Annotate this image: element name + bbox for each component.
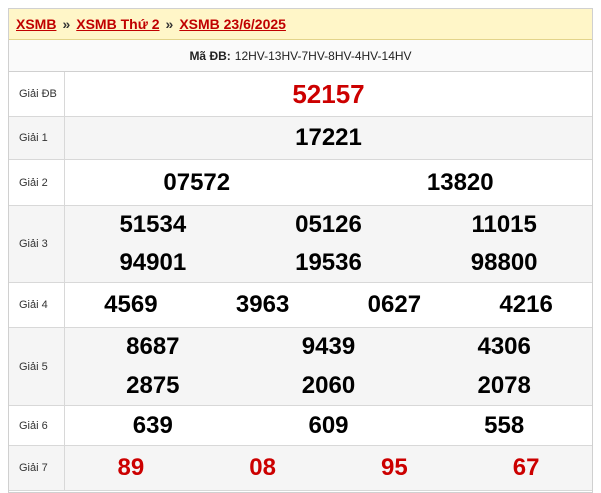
prize-number: 558 — [484, 411, 525, 439]
prize-label: Giải 7 — [9, 446, 65, 490]
prize-row-2: Giải 2 07572 13820 — [9, 160, 592, 206]
prize-number: 05126 — [295, 211, 362, 238]
breadcrumb-link-weekday[interactable]: XSMB Thứ 2 — [76, 16, 159, 32]
prize-label: Giải ĐB — [9, 72, 65, 116]
prize-number: 0627 — [367, 291, 422, 318]
prize-number: 609 — [308, 411, 349, 439]
prize-number: 4569 — [104, 291, 158, 318]
prize-label: Giải 2 — [9, 160, 65, 205]
prize-label: Giải 4 — [9, 283, 65, 327]
special-code-label: Mã ĐB: — [189, 48, 231, 63]
breadcrumb-link-date[interactable]: XSMB 23/6/2025 — [179, 16, 286, 32]
prize-number: 4216 — [499, 291, 553, 318]
breadcrumb: XSMB » XSMB Thứ 2 » XSMB 23/6/2025 — [9, 9, 592, 40]
prize-number: 11015 — [471, 211, 537, 238]
prize-row-special: Giải ĐB 52157 — [9, 72, 592, 117]
prize-number: 9439 — [301, 333, 356, 361]
prize-label: Giải 5 — [9, 328, 65, 405]
prize-number: 52157 — [292, 79, 365, 109]
breadcrumb-separator: » — [62, 16, 71, 32]
breadcrumb-link-xsmb[interactable]: XSMB — [16, 16, 56, 32]
prize-row-1: Giải 1 17221 — [9, 117, 592, 160]
special-code-value: 12HV-13HV-7HV-8HV-4HV-14HV — [234, 48, 412, 63]
prize-number: 2060 — [301, 371, 356, 399]
prize-row-6: Giải 6 639 609 558 — [9, 406, 592, 446]
prize-row-7: Giải 7 89 08 95 67 — [9, 446, 592, 491]
prize-number: 98800 — [470, 249, 538, 276]
prize-number: 08 — [249, 454, 276, 481]
prize-row-5: Giải 5 8687 9439 4306 2875 2060 2078 — [9, 328, 592, 406]
prize-number: 19536 — [295, 249, 362, 276]
prize-rows: Giải ĐB 52157 Giải 1 17221 Giải 2 07572 … — [9, 72, 592, 491]
breadcrumb-separator: » — [165, 16, 174, 32]
prize-label: Giải 1 — [9, 117, 65, 159]
prize-number: 3963 — [235, 291, 290, 318]
special-code-row: Mã ĐB: 12HV-13HV-7HV-8HV-4HV-14HV — [9, 40, 592, 72]
prize-row-3: Giải 3 51534 05126 11015 94901 19536 988… — [9, 206, 592, 283]
lottery-results-table: XSMB » XSMB Thứ 2 » XSMB 23/6/2025 Mã ĐB… — [8, 8, 593, 493]
prize-label: Giải 3 — [9, 206, 65, 282]
prize-number: 2078 — [477, 371, 531, 399]
prize-number: 67 — [512, 454, 540, 481]
prize-label: Giải 6 — [9, 406, 65, 445]
prize-number: 51534 — [119, 211, 187, 238]
prize-number: 639 — [132, 411, 173, 439]
prize-number: 07572 — [163, 168, 231, 196]
prize-number: 2875 — [126, 371, 180, 399]
prize-number: 8687 — [126, 333, 180, 361]
prize-number: 95 — [381, 454, 408, 481]
prize-row-4: Giải 4 4569 3963 0627 4216 — [9, 283, 592, 328]
prize-number: 13820 — [426, 168, 494, 196]
prize-number: 94901 — [119, 249, 187, 276]
prize-number: 17221 — [295, 124, 362, 151]
prize-number: 89 — [117, 454, 145, 481]
prize-number: 4306 — [477, 333, 531, 361]
